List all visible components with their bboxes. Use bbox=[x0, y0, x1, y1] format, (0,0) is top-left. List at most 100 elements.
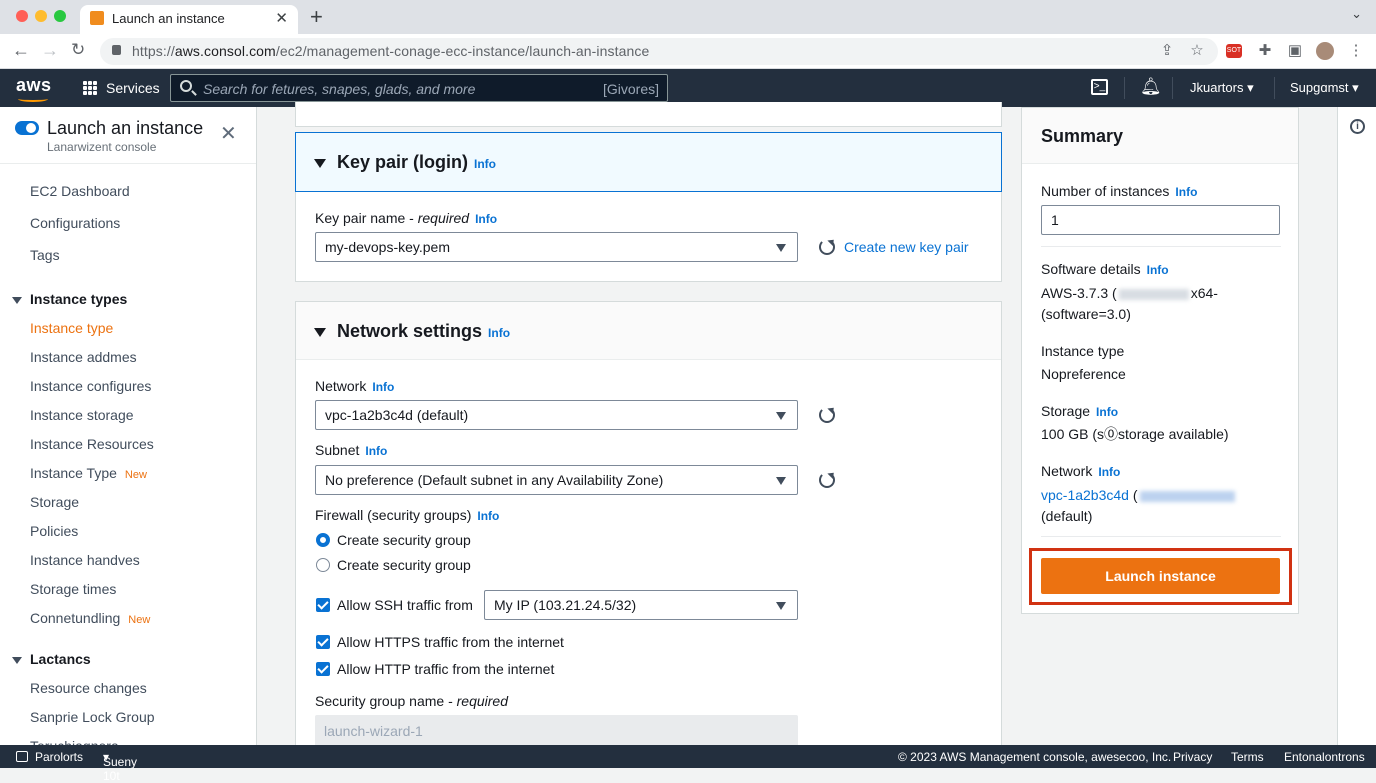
back-arrow-icon[interactable]: ← bbox=[12, 40, 30, 61]
launch-instance-button[interactable]: Launch instance bbox=[1041, 558, 1280, 594]
search-input[interactable]: Search for fetures, snapes, glads, and m… bbox=[170, 74, 668, 102]
sg-name-input[interactable]: launch-wizard-1 bbox=[315, 715, 798, 747]
sidebar-item-3[interactable]: Instance storage bbox=[30, 407, 134, 423]
feedback-icon[interactable] bbox=[16, 751, 28, 762]
network-settings-info-link[interactable]: Info bbox=[488, 326, 510, 340]
subnet-select[interactable]: No preference (Default subnet in any Ava… bbox=[315, 465, 798, 495]
sidebar-item-2[interactable]: Instance configures bbox=[30, 378, 151, 394]
https-checkbox[interactable] bbox=[316, 635, 330, 649]
sidebar-item-ec2-dashboard[interactable]: EC2 Dashboard bbox=[30, 183, 130, 199]
maximize-window-button[interactable] bbox=[54, 10, 66, 22]
num-instances-info-link[interactable]: Info bbox=[1175, 185, 1197, 199]
refresh-icon[interactable] bbox=[819, 239, 835, 255]
vpc-link[interactable]: vpc-1a2b3c4d bbox=[1041, 487, 1129, 503]
tab-search-chevron-icon[interactable]: ⌄ bbox=[1351, 6, 1362, 22]
url-text[interactable]: https://aws.consol.com/ec2/management-co… bbox=[132, 43, 649, 59]
redacted-text bbox=[1118, 288, 1189, 300]
terms-link[interactable]: Terms bbox=[1231, 750, 1264, 764]
search-shortcut: [Givores] bbox=[602, 81, 659, 97]
network-summary-label: Network Info bbox=[1041, 463, 1121, 479]
sidebar-item-0[interactable]: Instance type bbox=[30, 320, 113, 336]
sidebar: Launch an instance Lanarwizent console ✕… bbox=[0, 107, 257, 745]
firewall-info-link[interactable]: Info bbox=[477, 509, 499, 523]
close-window-button[interactable] bbox=[16, 10, 28, 22]
share-icon[interactable]: ⇪ bbox=[1158, 42, 1176, 60]
ssh-checkbox[interactable] bbox=[316, 598, 330, 612]
network-summary-info-link[interactable]: Info bbox=[1098, 465, 1120, 479]
key-pair-header[interactable]: Key pair (login) Info bbox=[295, 132, 1002, 192]
sidebar-item-5[interactable]: Instance Type New bbox=[30, 465, 147, 481]
minimize-window-button[interactable] bbox=[35, 10, 47, 22]
close-sidebar-icon[interactable]: ✕ bbox=[220, 121, 237, 146]
https-label: Allow HTTPS traffic from the internet bbox=[337, 634, 564, 650]
cloudshell-icon[interactable]: >_ bbox=[1091, 79, 1108, 95]
profile-avatar[interactable] bbox=[1316, 42, 1334, 60]
network-info-link[interactable]: Info bbox=[372, 380, 394, 394]
reload-icon[interactable]: ↻ bbox=[71, 40, 85, 60]
summary-title: Summary bbox=[1041, 126, 1124, 146]
key-pair-name-info-link[interactable]: Info bbox=[475, 212, 497, 226]
sidebar-item-label: Storage bbox=[30, 494, 80, 510]
address-bar[interactable]: https://aws.consol.com/ec2/management-co… bbox=[100, 38, 1218, 65]
network-settings-title: Network settings bbox=[337, 321, 483, 341]
key-pair-info-link[interactable]: Info bbox=[474, 157, 496, 171]
network-settings-header[interactable]: Network settings Info bbox=[296, 302, 1001, 360]
http-checkbox[interactable] bbox=[316, 662, 330, 676]
radio-create-security-group[interactable] bbox=[316, 533, 330, 547]
previous-panel-bottom bbox=[295, 102, 1002, 127]
radio-select-security-group[interactable] bbox=[316, 558, 330, 572]
support-menu[interactable]: Supgɑmst ▾ bbox=[1290, 80, 1359, 96]
sidebar-item-lactancs-0[interactable]: Resource changes bbox=[30, 680, 147, 696]
sidebar-toggle-icon[interactable]: ▣ bbox=[1286, 42, 1304, 60]
sidebar-item-4[interactable]: Instance Resources bbox=[30, 436, 154, 452]
num-instances-value: 1 bbox=[1051, 212, 1059, 228]
num-instances-input[interactable]: 1 bbox=[1041, 205, 1280, 235]
sidebar-toggle-switch[interactable] bbox=[15, 121, 39, 135]
sidebar-item-6[interactable]: Storage bbox=[30, 494, 79, 510]
sidebar-item-8[interactable]: Instance handves bbox=[30, 552, 140, 568]
redacted-vpc-id bbox=[1139, 490, 1235, 502]
account-menu[interactable]: Jkuartors ▾ bbox=[1190, 80, 1254, 96]
subnet-info-link[interactable]: Info bbox=[365, 444, 387, 458]
sidebar-item-label: Storage times bbox=[30, 581, 117, 597]
cookie-preferences-link[interactable]: Entonalontrons bbox=[1284, 750, 1365, 764]
extension-badge-icon[interactable]: SOT bbox=[1226, 44, 1242, 58]
extensions-puzzle-icon[interactable]: ✚ bbox=[1256, 42, 1274, 60]
refresh-network-icon[interactable] bbox=[819, 407, 835, 423]
sidebar-item-9[interactable]: Storage times bbox=[30, 581, 116, 597]
create-new-key-pair-link[interactable]: Create new key pair bbox=[844, 239, 969, 255]
network-select[interactable]: vpc-1a2b3c4d (default) bbox=[315, 400, 798, 430]
software-info-link[interactable]: Info bbox=[1147, 263, 1169, 277]
forward-arrow-icon[interactable]: → bbox=[41, 40, 59, 61]
sidebar-item-7[interactable]: Policies bbox=[30, 523, 78, 539]
sidebar-item-1[interactable]: Instance addmes bbox=[30, 349, 137, 365]
sidebar-item-lactancs-2[interactable]: Teruchiagnera bbox=[30, 738, 119, 745]
sidebar-item-tags[interactable]: Tags bbox=[30, 247, 60, 263]
services-menu[interactable]: Services bbox=[106, 80, 160, 96]
close-tab-icon[interactable]: ✕ bbox=[275, 9, 288, 27]
more-menu-icon[interactable]: ⋮ bbox=[1347, 42, 1365, 60]
sidebar-item-label: Instance type bbox=[30, 320, 114, 336]
bookmark-star-icon[interactable]: ☆ bbox=[1188, 42, 1206, 60]
sidebar-section-instance-types[interactable]: Instance types bbox=[12, 291, 127, 307]
info-panel-icon[interactable]: i bbox=[1350, 119, 1365, 134]
footer-language-menu[interactable]: Sueny 10t ▾ bbox=[103, 750, 137, 783]
footer-link-1[interactable]: Parolorts bbox=[35, 750, 83, 764]
ssh-source-select[interactable]: My IP (103.21.24.5/32) bbox=[484, 590, 798, 620]
storage-info-link[interactable]: Info bbox=[1096, 405, 1118, 419]
sidebar-item-configurations[interactable]: Configurations bbox=[30, 215, 120, 231]
privacy-link[interactable]: Privacy bbox=[1173, 750, 1212, 764]
notifications-bell-icon[interactable]: 🔔︎ bbox=[1140, 77, 1162, 97]
new-tab-button[interactable]: + bbox=[310, 4, 323, 30]
key-pair-select[interactable]: my-devops-key.pem bbox=[315, 232, 798, 262]
aws-logo[interactable]: aws bbox=[16, 75, 52, 102]
refresh-subnet-icon[interactable] bbox=[819, 472, 835, 488]
key-pair-name-label: Key pair name - required Info bbox=[315, 210, 498, 226]
sidebar-section-lactancs[interactable]: Lactancs bbox=[12, 651, 91, 667]
sidebar-item-lactancs-1[interactable]: Sanprie Lock Group bbox=[30, 709, 155, 725]
sidebar-item-label: Instance handves bbox=[30, 552, 140, 568]
services-grid-icon[interactable] bbox=[83, 81, 97, 95]
sidebar-item-10[interactable]: Connetundling New bbox=[30, 610, 150, 626]
browser-tab[interactable]: Launch an instance ✕ bbox=[80, 5, 298, 34]
sg-name-placeholder: launch-wizard-1 bbox=[324, 723, 423, 739]
